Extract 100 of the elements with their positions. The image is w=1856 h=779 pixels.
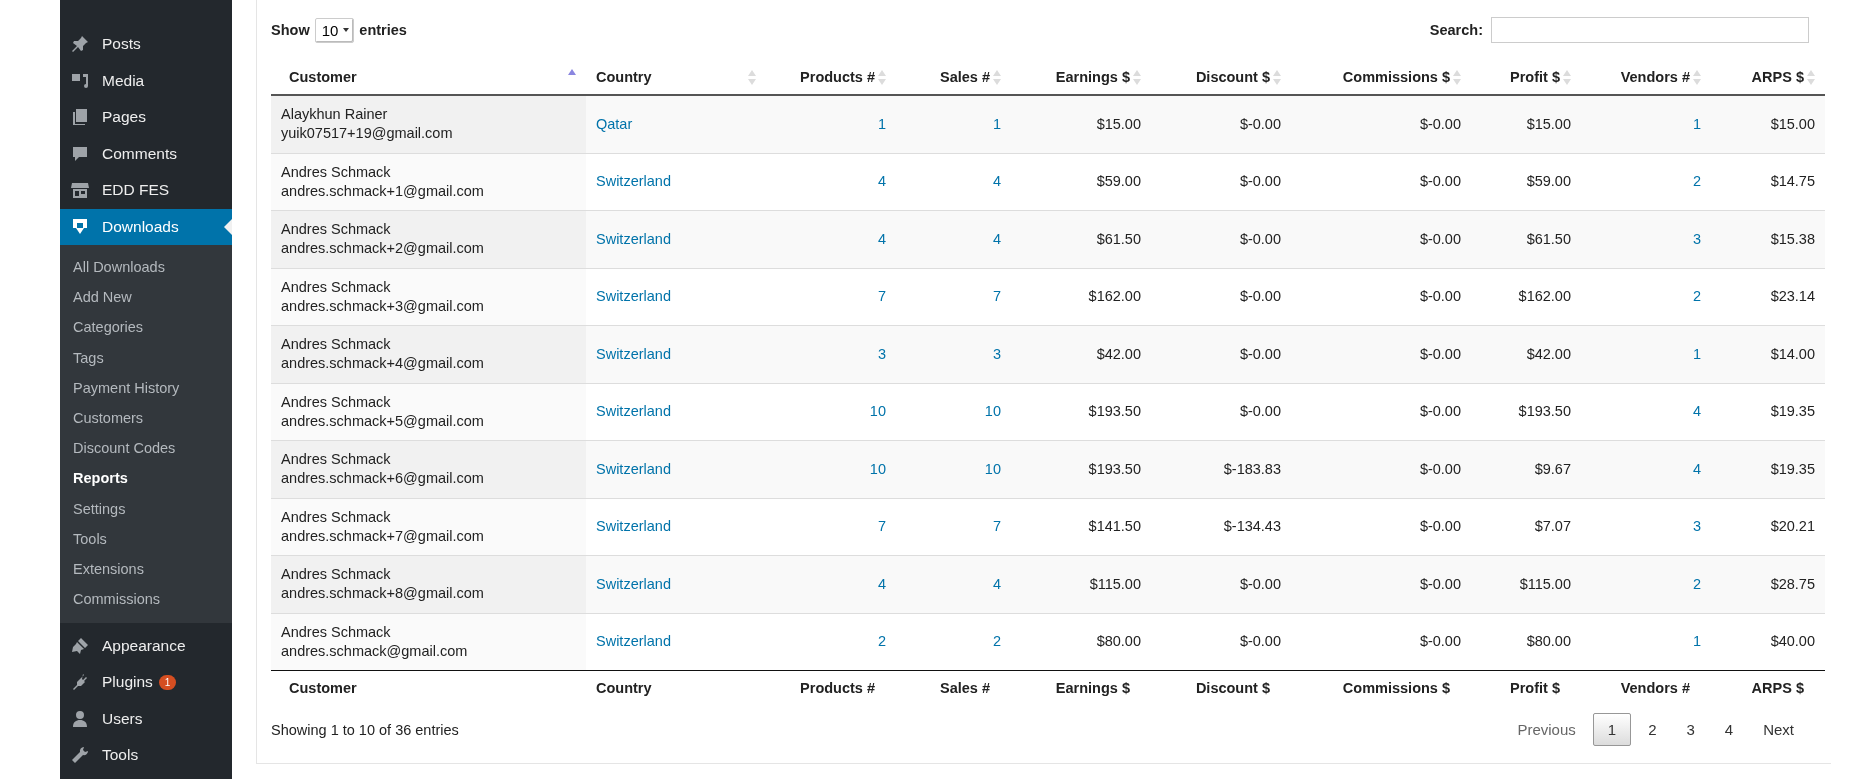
customer-cell: Andres Schmack andres.schmack@gmail.com (271, 613, 586, 671)
submenu-item[interactable]: Customers (60, 403, 232, 434)
table-cell: $-0.00 (1291, 268, 1471, 326)
table-cell: $19.35 (1711, 440, 1825, 498)
submenu-item[interactable]: Payment History (60, 372, 232, 403)
table-link[interactable]: 4 (877, 230, 886, 247)
table-link[interactable]: 7 (992, 288, 1001, 305)
customer-cell: Andres Schmack andres.schmack+8@gmail.com (271, 555, 586, 613)
table-link[interactable]: 2 (877, 633, 886, 650)
table-link[interactable]: 10 (869, 403, 886, 420)
table-link[interactable]: 7 (877, 288, 886, 305)
next-link[interactable]: Next (1750, 713, 1807, 746)
table-link[interactable]: Switzerland (596, 345, 671, 362)
table-link[interactable]: 10 (984, 460, 1001, 477)
customer-cell: Andres Schmack andres.schmack+5@gmail.com (271, 383, 586, 441)
menu-item[interactable]: Posts (60, 26, 232, 63)
pages-icon (70, 107, 90, 128)
table-link[interactable]: 2 (1692, 288, 1701, 305)
table-link[interactable]: 2 (1692, 173, 1701, 190)
page-button[interactable]: 1 (1592, 713, 1632, 746)
table-cell: $-0.00 (1151, 153, 1291, 211)
table-link[interactable]: Switzerland (596, 633, 671, 650)
menu-item[interactable]: Media (60, 62, 232, 99)
table-link[interactable]: 4 (992, 575, 1001, 592)
menu-item[interactable]: Comments (60, 135, 232, 172)
menu-item[interactable]: Downloads (60, 208, 232, 245)
table-link[interactable]: 1 (1692, 115, 1701, 132)
menu-item[interactable]: Users (60, 700, 232, 737)
submenu-item[interactable]: Settings (60, 493, 232, 524)
submenu-item[interactable]: Tools (60, 523, 232, 555)
customer-cell: Andres Schmack andres.schmack+2@gmail.com (271, 210, 586, 268)
menu-item[interactable]: Plugins 1 (60, 663, 232, 701)
column-footer: Vendors # (1581, 670, 1711, 705)
table-link[interactable]: Switzerland (596, 230, 671, 247)
table-link[interactable]: 3 (1692, 230, 1701, 247)
table-link[interactable]: 2 (1692, 575, 1701, 592)
table-link[interactable]: Switzerland (596, 288, 671, 305)
table-link[interactable]: 4 (877, 575, 886, 592)
table-link[interactable]: 4 (992, 173, 1001, 190)
table-link[interactable]: Switzerland (596, 173, 671, 190)
table-link[interactable]: 1 (1692, 633, 1701, 650)
submenu-item[interactable]: Add New (60, 282, 232, 313)
column-footer: Customer (271, 670, 586, 705)
column-footer: Country (586, 670, 766, 705)
table-link[interactable]: 1 (992, 115, 1001, 132)
submenu-item[interactable]: All Downloads (60, 252, 232, 283)
table-cell: $20.21 (1711, 498, 1825, 556)
submenu-item[interactable]: Tags (60, 342, 232, 373)
page-button[interactable]: 4 (1711, 713, 1747, 746)
table-cell: $9.67 (1471, 440, 1581, 498)
table-link[interactable]: 2 (992, 633, 1001, 650)
table-cell: $193.50 (1011, 383, 1151, 441)
table-link[interactable]: 3 (877, 345, 886, 362)
submenu-item[interactable]: Commissions (60, 584, 232, 615)
table-link[interactable]: 3 (992, 345, 1001, 362)
table-cell: $-0.00 (1151, 210, 1291, 268)
table-cell: $28.75 (1711, 555, 1825, 613)
table-cell: $-134.43 (1151, 498, 1291, 556)
table-link[interactable]: 4 (877, 173, 886, 190)
table-link[interactable]: 7 (992, 518, 1001, 535)
menu-item[interactable]: Tools (60, 736, 232, 774)
submenu-item[interactable]: Categories (60, 312, 232, 343)
column-footer: Earnings $ (1011, 670, 1151, 705)
table-cell: $61.50 (1011, 210, 1151, 268)
page-button[interactable]: 3 (1673, 713, 1708, 746)
table-link[interactable]: 4 (1692, 460, 1701, 477)
table-link[interactable]: 3 (1692, 518, 1701, 535)
entries-info: Showing 1 to 10 of 36 entries (271, 721, 459, 738)
menu-item[interactable]: EDD FES (60, 172, 232, 209)
table-link[interactable]: Qatar (596, 115, 633, 132)
submenu-item[interactable]: Discount Codes (60, 433, 232, 464)
table-link[interactable]: 4 (992, 230, 1001, 247)
table-cell: $-0.00 (1291, 210, 1471, 268)
table-cell: $141.50 (1011, 498, 1151, 556)
table-link[interactable]: 7 (877, 518, 886, 535)
search-field[interactable] (1491, 17, 1809, 43)
table-link[interactable]: Switzerland (596, 460, 671, 477)
submenu-item[interactable]: Extensions (60, 554, 232, 585)
table-cell: $80.00 (1011, 613, 1151, 671)
table-cell: $-0.00 (1151, 383, 1291, 441)
table-link[interactable]: 1 (877, 115, 886, 132)
menu-item[interactable]: Pages (60, 99, 232, 136)
menu-item[interactable]: Appearance (60, 627, 232, 664)
column-footer: Commissions $ (1291, 670, 1471, 705)
table-link[interactable]: 4 (1692, 403, 1701, 420)
table-cell: $-0.00 (1151, 95, 1291, 153)
entries-select[interactable]: 10 (314, 17, 355, 43)
table-cell: $40.00 (1711, 613, 1825, 671)
table-link[interactable]: 10 (984, 403, 1001, 420)
page-button[interactable]: 2 (1635, 713, 1670, 746)
submenu-item[interactable]: Reports (60, 463, 232, 494)
table-cell: $162.00 (1011, 268, 1151, 326)
column-footer: Sales # (896, 670, 1011, 705)
table-link[interactable]: Switzerland (596, 575, 671, 592)
table-cell: $7.07 (1471, 498, 1581, 556)
table-cell: $193.50 (1011, 440, 1151, 498)
table-link[interactable]: 1 (1692, 345, 1701, 362)
table-link[interactable]: Switzerland (596, 518, 671, 535)
table-link[interactable]: Switzerland (596, 403, 671, 420)
table-link[interactable]: 10 (869, 460, 886, 477)
